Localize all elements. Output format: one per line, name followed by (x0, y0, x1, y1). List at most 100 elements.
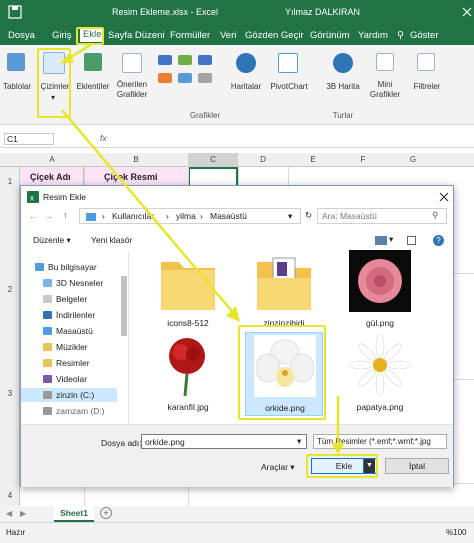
file-tile-zinzinzibidi[interactable]: zinzinzibidi (245, 250, 323, 330)
status-bar: Hazır %100 (0, 522, 474, 543)
ribbon-onerilen-grafikler[interactable]: Önerilen Grafikler (112, 80, 152, 100)
breadcrumb-yilma[interactable]: yilma (176, 211, 196, 221)
nav-downloads[interactable]: İndirilenler (21, 308, 117, 322)
folder-icon (86, 213, 96, 221)
nav-videos[interactable]: Videolar (21, 372, 117, 386)
chevron-down-icon[interactable]: ▾ (288, 211, 292, 222)
menu-sayfa-duzeni[interactable]: Sayfa Düzeni (108, 30, 165, 41)
breadcrumb-chevron-icon: › (102, 211, 105, 221)
nav-desktop[interactable]: Masaüstü (21, 324, 117, 338)
close-icon[interactable] (462, 7, 472, 17)
dialog-close-icon[interactable] (439, 192, 449, 202)
address-bar[interactable]: › Kullanıcılar › yilma › Masaüstü ▾ (79, 208, 301, 224)
menu-formuller[interactable]: Formüller (170, 30, 210, 41)
map-icon (236, 53, 256, 73)
menu-tell-me[interactable]: Göster (410, 30, 439, 41)
back-arrow-icon[interactable]: ← (29, 211, 38, 221)
column-header-f[interactable]: F (338, 155, 388, 164)
ribbon-tablolar[interactable]: Tablolar (2, 82, 32, 92)
ribbon-haritalar[interactable]: Haritalar (228, 82, 264, 92)
refresh-icon[interactable]: ↻ (305, 210, 312, 221)
save-icon[interactable] (8, 5, 22, 19)
column-header-a[interactable]: A (20, 155, 84, 164)
menu-gorunum[interactable]: Görünüm (310, 30, 350, 41)
nav-drive-c[interactable]: zinzin (C:) (21, 388, 117, 402)
cell-c1-selected[interactable] (188, 167, 238, 187)
breadcrumb-masaustu[interactable]: Masaüstü (210, 211, 247, 221)
ribbon-filtreler[interactable]: Filtreler (410, 82, 444, 92)
chevron-down-icon[interactable]: ▾ (389, 234, 393, 245)
sheet-tab-sheet1[interactable]: Sheet1 (54, 506, 94, 522)
preview-pane-icon[interactable] (407, 236, 416, 245)
stat-chart-icon[interactable] (178, 73, 192, 83)
forward-arrow-icon[interactable]: → (45, 211, 54, 221)
ribbon-3b-harita[interactable]: 3B Harita (322, 82, 364, 92)
file-tile-gul[interactable]: gül.png (341, 250, 419, 330)
cancel-button[interactable]: İptal (385, 458, 449, 474)
row-header-1[interactable]: 1 (0, 177, 20, 186)
menu-yardim[interactable]: Yardım (358, 30, 388, 41)
tab-scroll-right-icon[interactable]: ▶ (20, 509, 26, 518)
row-header-4[interactable]: 4 (0, 491, 20, 500)
nav-documents[interactable]: Belgeler (21, 292, 117, 306)
fx-icon[interactable]: fx (100, 133, 107, 143)
tools-button[interactable]: Araçlar ▾ (261, 462, 295, 473)
combo-chart-icon[interactable] (198, 73, 212, 83)
ribbon-eklentiler[interactable]: Eklentiler (76, 82, 110, 92)
view-icon[interactable] (375, 236, 387, 245)
search-box[interactable]: Ara: Masaüstü ⚲ (317, 208, 447, 224)
column-header-e[interactable]: E (288, 155, 338, 164)
addins-icon (84, 53, 102, 71)
folder-icon (161, 262, 215, 310)
name-box[interactable]: C1 (4, 133, 54, 145)
globe-icon (333, 53, 353, 73)
column-header-b[interactable]: B (84, 155, 188, 164)
formula-bar: C1 fx (0, 130, 474, 148)
nav-3d-objects[interactable]: 3D Nesneler (21, 276, 117, 290)
hierarchy-chart-icon[interactable] (178, 55, 192, 65)
nav-this-pc[interactable]: Bu bilgisayar (21, 260, 109, 274)
line-chart-icon[interactable] (158, 73, 172, 83)
column-header-d[interactable]: D (238, 155, 288, 164)
nav-pictures[interactable]: Resimler (21, 356, 117, 370)
breadcrumb-kullanicilar[interactable]: Kullanıcılar (112, 211, 154, 221)
bar-chart-icon[interactable] (158, 55, 172, 65)
ribbon-mini-grafikler[interactable]: Mini Grafikler (364, 80, 406, 100)
file-name-gul: gül.png (366, 318, 394, 328)
organize-button[interactable]: Düzenle ▾ (33, 235, 71, 246)
ribbon-pivotchart[interactable]: PivotChart (266, 82, 312, 92)
search-input[interactable]: Ara: Masaüstü (322, 211, 377, 221)
daisy-image (349, 334, 411, 396)
file-name-icons8-512: icons8-512 (167, 318, 209, 328)
filter-icon (417, 53, 435, 71)
zoom-level[interactable]: %100 (446, 528, 466, 537)
column-header-g[interactable]: G (388, 155, 438, 164)
row-header-3[interactable]: 3 (0, 389, 20, 398)
row-headers: 1 2 3 4 (0, 167, 20, 507)
tab-scroll-left-icon[interactable]: ◀ (6, 509, 12, 518)
dialog-title: Resim Ekle (43, 192, 86, 202)
menu-dosya[interactable]: Dosya (8, 30, 35, 41)
up-arrow-icon[interactable]: ↑ (63, 210, 67, 220)
nav-music[interactable]: Müzikler (21, 340, 117, 354)
menu-veri[interactable]: Veri (220, 30, 236, 41)
column-header-c[interactable]: C (188, 153, 238, 167)
nav-scrollbar[interactable] (121, 276, 127, 336)
menu-gozden-gecir[interactable]: Gözden Geçir (245, 30, 304, 41)
filetype-select[interactable]: Tüm Resimler (*.emf;*.wmf;*.jpg (313, 434, 447, 449)
filename-input[interactable]: orkide.png (141, 434, 307, 449)
add-sheet-icon[interactable]: + (100, 507, 112, 519)
help-icon[interactable]: ? (433, 235, 444, 246)
pie-chart-icon[interactable] (198, 55, 212, 65)
status-ready: Hazır (6, 528, 26, 537)
file-tile-icons8-512[interactable]: icons8-512 (149, 250, 227, 330)
chevron-down-icon[interactable]: ▾ (297, 436, 301, 447)
nav-drive-d[interactable]: zamzam (D:) (21, 404, 117, 418)
row-header-2[interactable]: 2 (0, 285, 20, 294)
new-folder-button[interactable]: Yeni klasör (91, 235, 132, 245)
file-tile-papatya[interactable]: papatya.png (341, 334, 419, 414)
cell-b1[interactable]: Çiçek Resmi (84, 167, 188, 187)
menu-giris[interactable]: Giriş (52, 30, 72, 41)
file-tile-karanfil[interactable]: karanfil.jpg (149, 334, 227, 414)
cell-a1[interactable]: Çiçek Adı (20, 167, 84, 187)
